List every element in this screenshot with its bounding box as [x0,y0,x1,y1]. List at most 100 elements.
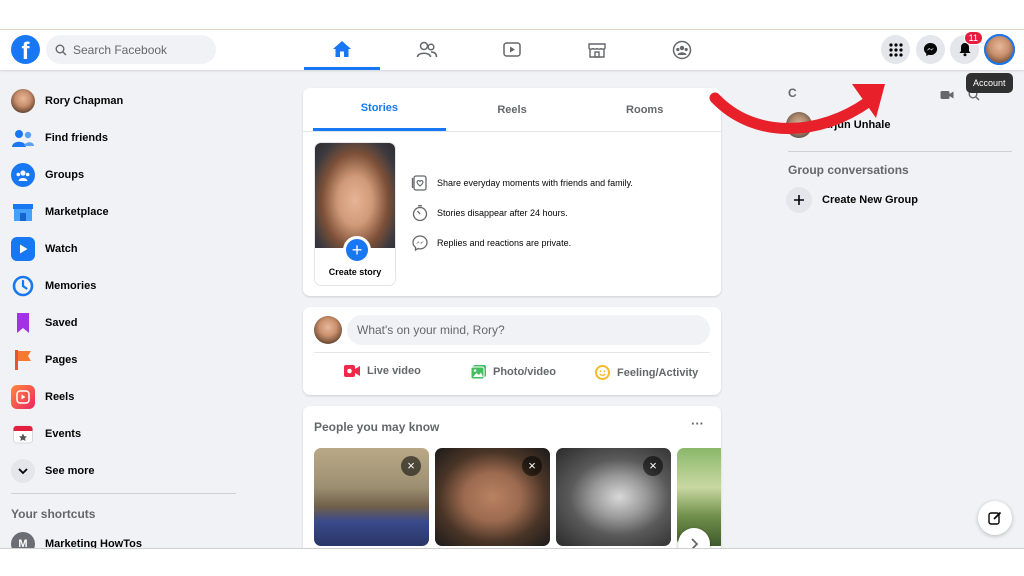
sidebar-item-marketplace[interactable]: Marketplace [11,197,109,227]
watch-icon [11,237,35,261]
friends-icon [11,126,35,150]
video-call-icon[interactable] [940,90,954,100]
sidebar-item-label: Memories [45,280,97,292]
suggested-person-card[interactable]: × [435,448,550,546]
photo-video-button[interactable]: Photo/video [470,364,556,380]
photo-icon [470,365,486,380]
facebook-window: f Search Facebook 11 Account Rory Chapma… [0,29,1024,549]
sidebar-item-groups[interactable]: Groups [11,160,84,190]
live-video-button[interactable]: Live video [343,364,421,378]
nav-groups-tab[interactable] [644,30,720,70]
sidebar-item-watch[interactable]: Watch [11,234,78,264]
close-icon[interactable]: × [643,456,663,476]
sidebar-divider [11,493,236,494]
sidebar-item-label: See more [45,465,95,477]
messenger-button[interactable] [916,35,945,64]
home-icon [333,40,351,57]
people-title: People you may know [314,420,440,434]
stories-tabs: Stories Reels Rooms [303,88,721,132]
sidebar-item-label: Marketplace [45,206,109,218]
notifications-button[interactable]: 11 [950,31,983,64]
sidebar-item-see-more[interactable]: See more [11,456,95,486]
shortcut-avatar: M [11,532,35,548]
search-placeholder: Search Facebook [73,42,168,57]
close-icon[interactable]: × [401,456,421,476]
people-you-may-know-panel: People you may know ··· × × × [303,406,721,548]
info-item: Replies and reactions are private. [411,234,633,252]
account-tooltip: Account [966,73,1013,93]
account-avatar-button[interactable] [984,34,1015,65]
feeling-activity-button[interactable]: Feeling/Activity [594,364,698,381]
sidebar-item-label: Groups [45,169,85,181]
sidebar-item-profile[interactable]: Rory Chapman [11,86,123,116]
plus-icon: + [343,236,371,264]
saved-icon [11,311,35,335]
suggested-person-card[interactable]: × [556,448,671,546]
shortcut-item[interactable]: M Marketing HowTos [11,529,142,549]
group-conversations-heading: Group conversations [788,163,909,177]
search-icon [55,44,67,55]
nav-home-tab[interactable] [304,30,380,70]
info-text: Stories disappear after 24 hours. [437,208,568,218]
chevron-down-icon [11,459,35,483]
friends-icon [416,41,438,58]
sidebar-item-label: Events [45,428,82,440]
create-story-label: Create story [328,267,382,277]
create-story-card[interactable]: + Create story [314,142,396,286]
facebook-logo[interactable]: f [11,35,40,64]
sidebar-item-saved[interactable]: Saved [11,308,77,338]
grid-menu-icon [888,42,903,57]
nav-friends-tab[interactable] [389,30,465,70]
sidebar-item-pages[interactable]: Pages [11,345,77,375]
menu-button[interactable] [881,35,910,64]
action-label: Feeling/Activity [617,366,699,379]
sidebar-item-find-friends[interactable]: Find friends [11,123,108,153]
sidebar-item-memories[interactable]: Memories [11,271,96,301]
notifications-badge: 11 [963,31,983,45]
shortcuts-heading: Your shortcuts [11,507,96,521]
chevron-right-icon [691,538,698,548]
timer-icon [412,205,428,222]
messenger-icon [412,235,428,252]
close-icon[interactable]: × [522,456,542,476]
tab-rooms[interactable]: Rooms [578,88,711,131]
suggested-person-card[interactable]: × [314,448,429,546]
sidebar-item-label: Find friends [45,132,108,144]
info-text: Share everyday moments with friends and … [437,178,633,188]
nav-marketplace-tab[interactable] [559,30,635,70]
sidebar-item-label: Saved [45,317,78,329]
create-group-label: Create New Group [822,194,918,206]
info-item: Share everyday moments with friends and … [411,174,633,192]
shortcut-label: Marketing HowTos [45,538,142,549]
pages-icon [11,348,35,372]
profile-avatar [11,89,35,113]
more-options-icon[interactable]: ··· [691,416,704,431]
live-video-icon [344,365,360,377]
new-message-button[interactable] [978,501,1012,535]
tab-reels[interactable]: Reels [446,88,579,131]
watch-icon [503,42,521,57]
sidebar-item-label: Watch [45,243,78,255]
action-label: Live video [367,365,421,377]
smiley-icon [595,365,610,380]
share-story-icon [411,175,427,191]
compose-icon [988,511,1002,525]
create-new-group-button[interactable]: Create New Group [786,187,918,213]
info-text: Replies and reactions are private. [437,238,572,248]
action-label: Photo/video [493,366,556,378]
post-composer: What's on your mind, Rory? Live video Ph… [303,307,721,395]
sidebar-item-events[interactable]: Events [11,419,81,449]
annotation-arrow [709,84,885,134]
tab-stories[interactable]: Stories [313,88,446,131]
messenger-icon [923,42,938,57]
search-input[interactable]: Search Facebook [46,35,216,64]
marketplace-icon [11,200,35,224]
groups-icon [11,163,35,187]
sidebar-item-label: Rory Chapman [45,95,124,107]
sidebar-item-reels[interactable]: Reels [11,382,74,412]
sidebar-item-label: Reels [45,391,75,403]
whats-on-your-mind-input[interactable]: What's on your mind, Rory? [347,315,710,345]
reels-icon [11,385,35,409]
memories-icon [11,274,35,298]
nav-watch-tab[interactable] [474,30,550,70]
